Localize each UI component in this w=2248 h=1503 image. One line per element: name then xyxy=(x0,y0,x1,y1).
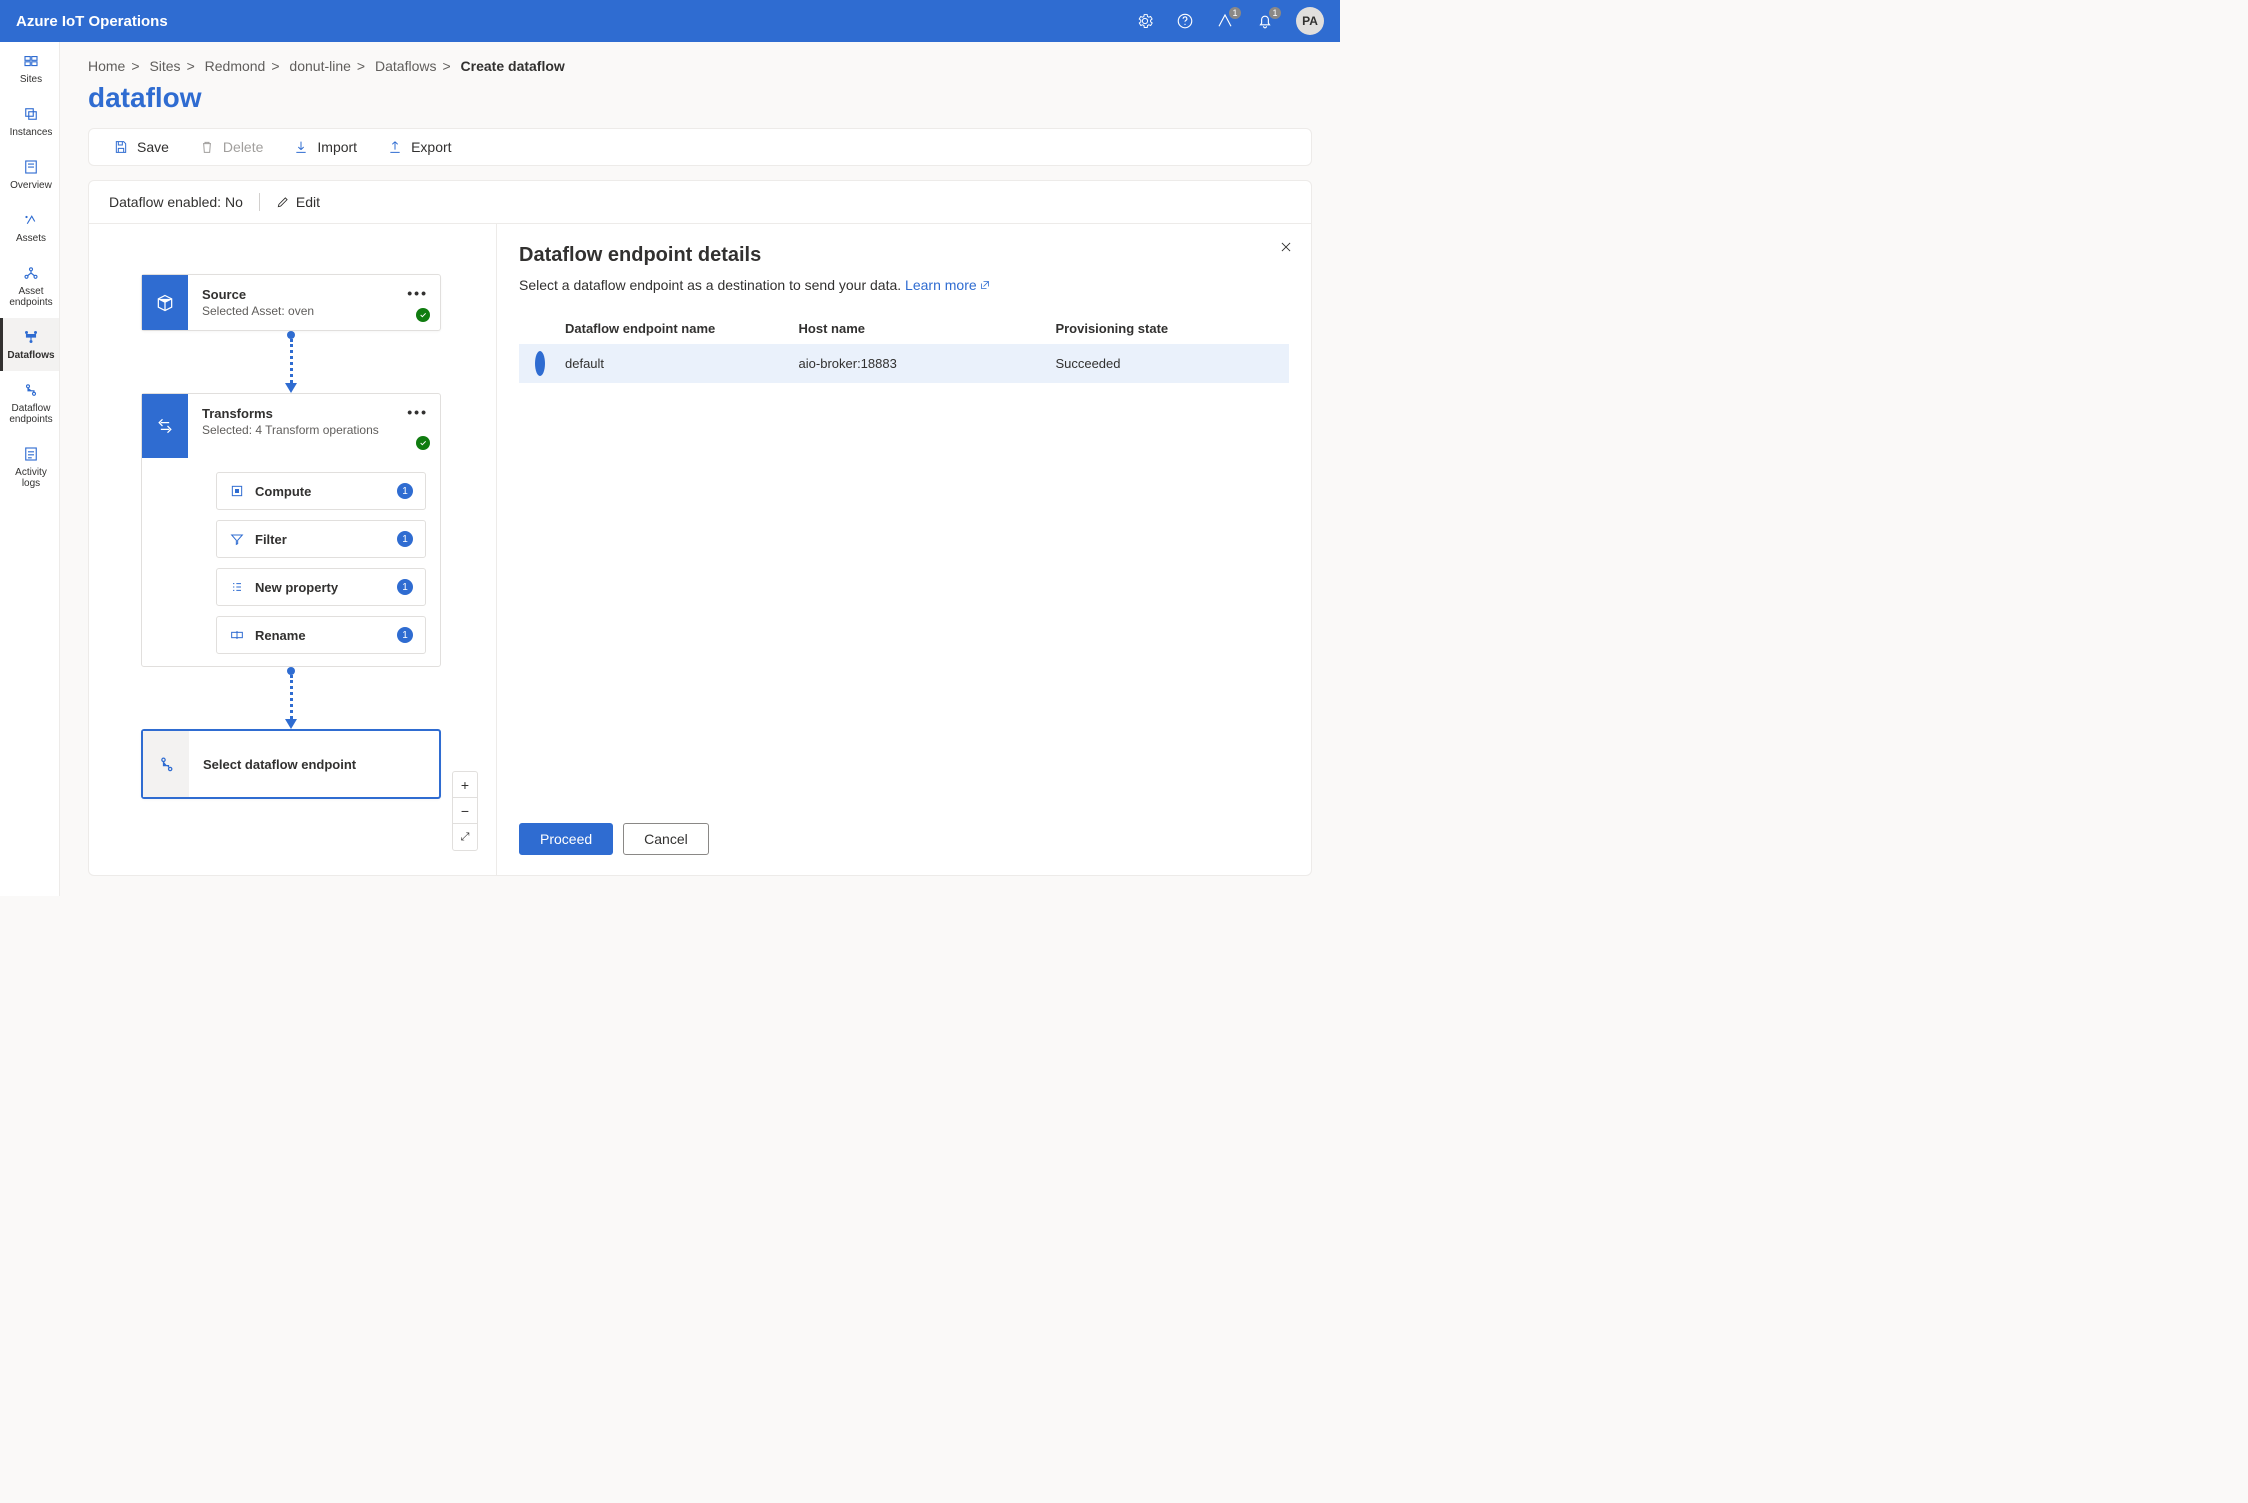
col-host: Host name xyxy=(799,321,1056,336)
alert-badge: 1 xyxy=(1228,6,1242,20)
bell-icon[interactable]: 1 xyxy=(1256,12,1274,30)
zoom-fit-button[interactable]: ⤢ xyxy=(453,824,477,850)
transform-rename[interactable]: Rename 1 xyxy=(216,616,426,654)
external-link-icon xyxy=(979,278,991,290)
avatar[interactable]: PA xyxy=(1296,7,1324,35)
app-title: Azure IoT Operations xyxy=(16,13,168,30)
endpoints-table: Dataflow endpoint name Host name Provisi… xyxy=(519,313,1289,383)
sidebar-item-assets[interactable]: Assets xyxy=(0,201,59,254)
cube-icon xyxy=(142,275,188,330)
col-state: Provisioning state xyxy=(1055,321,1289,336)
col-name: Dataflow endpoint name xyxy=(565,321,799,336)
breadcrumb: Home> Sites> Redmond> donut-line> Datafl… xyxy=(88,58,1312,74)
sidebar-item-asset-endpoints[interactable]: Asset endpoints xyxy=(0,254,59,318)
breadcrumb-dataflows[interactable]: Dataflows xyxy=(375,58,436,74)
radio-selected[interactable] xyxy=(535,351,545,376)
content-box: Dataflow enabled: No Edit ••• Sour xyxy=(88,180,1312,876)
zoom-controls: + − ⤢ xyxy=(452,771,478,851)
list-icon xyxy=(229,579,245,595)
settings-icon[interactable] xyxy=(1136,12,1154,30)
sidebar-item-sites[interactable]: Sites xyxy=(0,42,59,95)
dataflow-enabled-label: Dataflow enabled: No xyxy=(109,194,243,210)
endpoint-node[interactable]: Select dataflow endpoint xyxy=(141,729,441,799)
transforms-icon xyxy=(142,394,188,458)
breadcrumb-home[interactable]: Home xyxy=(88,58,125,74)
sidebar: Sites Instances Overview Assets Asset en… xyxy=(0,42,60,896)
proceed-button[interactable]: Proceed xyxy=(519,823,613,855)
zoom-in-button[interactable]: + xyxy=(453,772,477,798)
breadcrumb-current: Create dataflow xyxy=(461,58,565,74)
transform-filter[interactable]: Filter 1 xyxy=(216,520,426,558)
endpoint-icon xyxy=(143,731,189,797)
check-icon xyxy=(416,436,430,450)
sidebar-item-activity-logs[interactable]: Activity logs xyxy=(0,435,59,499)
transforms-node[interactable]: ••• Transforms Selected: 4 Transform ope… xyxy=(141,393,441,667)
close-icon[interactable] xyxy=(1279,240,1293,257)
cancel-button[interactable]: Cancel xyxy=(623,823,709,855)
filter-icon xyxy=(229,531,245,547)
panel-description: Select a dataflow endpoint as a destinat… xyxy=(519,277,1289,293)
zoom-out-button[interactable]: − xyxy=(453,798,477,824)
page-title: dataflow xyxy=(88,82,1312,114)
rename-icon xyxy=(229,627,245,643)
edit-button[interactable]: Edit xyxy=(276,194,320,210)
check-icon xyxy=(416,308,430,322)
import-button[interactable]: Import xyxy=(293,139,357,155)
toolbar: Save Delete Import Export xyxy=(88,128,1312,166)
details-panel: Dataflow endpoint details Select a dataf… xyxy=(497,224,1311,875)
save-button[interactable]: Save xyxy=(113,139,169,155)
compute-icon xyxy=(229,483,245,499)
topbar: Azure IoT Operations 1 1 PA xyxy=(0,0,1340,42)
more-icon[interactable]: ••• xyxy=(407,285,428,301)
source-node[interactable]: ••• Source Selected Asset: oven xyxy=(141,274,441,331)
table-row[interactable]: default aio-broker:18883 Succeeded xyxy=(519,344,1289,383)
breadcrumb-redmond[interactable]: Redmond xyxy=(205,58,266,74)
delete-button: Delete xyxy=(199,139,263,155)
sidebar-item-dataflow-endpoints[interactable]: Dataflow endpoints xyxy=(0,371,59,435)
sidebar-item-instances[interactable]: Instances xyxy=(0,95,59,148)
breadcrumb-donut-line[interactable]: donut-line xyxy=(289,58,351,74)
transform-compute[interactable]: Compute 1 xyxy=(216,472,426,510)
transform-new-property[interactable]: New property 1 xyxy=(216,568,426,606)
breadcrumb-sites[interactable]: Sites xyxy=(149,58,180,74)
dataflow-canvas: ••• Source Selected Asset: oven xyxy=(89,224,497,875)
export-button[interactable]: Export xyxy=(387,139,451,155)
notification-badge: 1 xyxy=(1268,6,1282,20)
more-icon[interactable]: ••• xyxy=(407,404,428,420)
learn-more-link[interactable]: Learn more xyxy=(905,277,991,293)
sidebar-item-dataflows[interactable]: Dataflows xyxy=(0,318,59,371)
help-icon[interactable] xyxy=(1176,12,1194,30)
sidebar-item-overview[interactable]: Overview xyxy=(0,148,59,201)
panel-title: Dataflow endpoint details xyxy=(519,244,1289,267)
bell-alert-icon[interactable]: 1 xyxy=(1216,12,1234,30)
